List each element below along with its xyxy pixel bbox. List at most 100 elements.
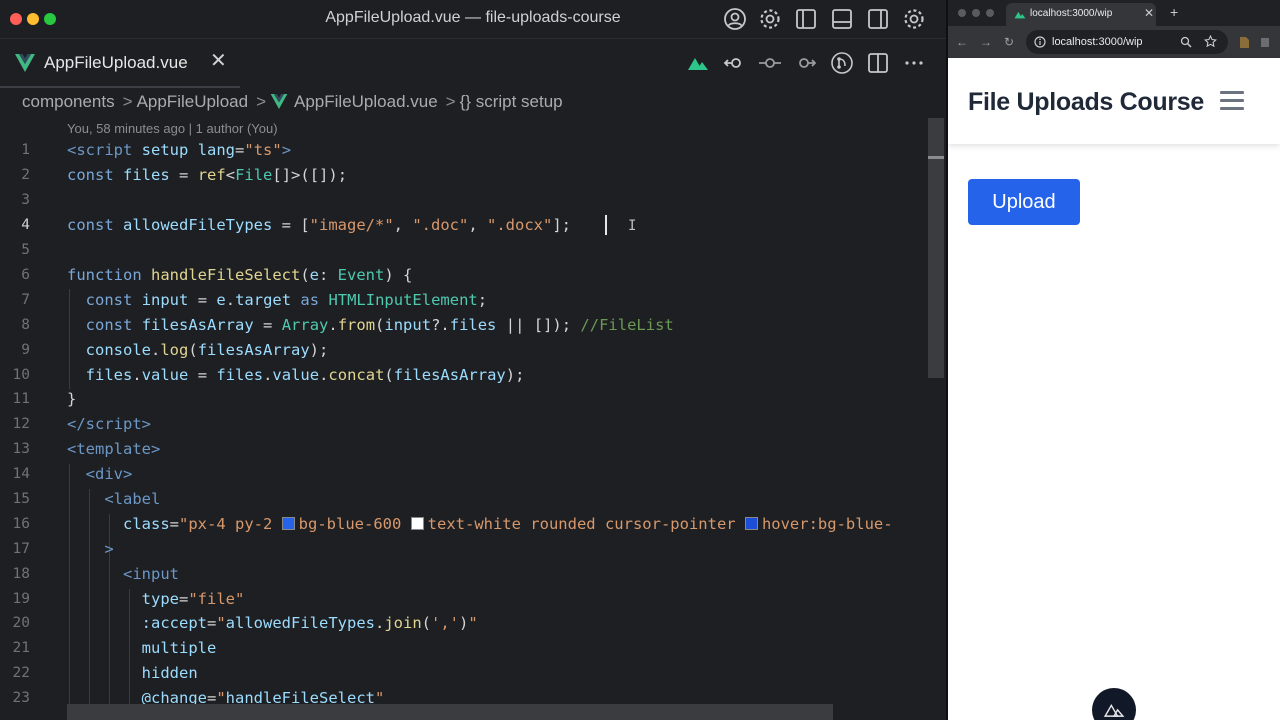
nuxt-icon[interactable]	[687, 52, 709, 74]
line-number: 6	[21, 267, 30, 283]
code-line[interactable]: multiple	[67, 639, 217, 657]
tab-label: AppFileUpload.vue	[44, 53, 188, 72]
close-icon[interactable]: ✕	[210, 51, 227, 71]
close-window-button[interactable]	[958, 9, 966, 17]
git-blame-annotation[interactable]: You, 58 minutes ago | 1 author (You)	[67, 121, 278, 136]
breadcrumb-item[interactable]: components	[22, 92, 115, 111]
vue-file-icon	[15, 54, 35, 72]
code-line-active[interactable]: const allowedFileTypes = ["image/*", ".d…	[67, 216, 571, 234]
code-line[interactable]: >	[67, 540, 113, 558]
extensions-puzzle-icon[interactable]	[1260, 36, 1270, 49]
page-title: File Uploads Course	[968, 88, 1205, 116]
code-line[interactable]: console.log(filesAsArray);	[67, 341, 329, 359]
go-forward-icon[interactable]	[795, 52, 817, 74]
line-number: 15	[12, 491, 30, 507]
breadcrumb-item[interactable]: {} script setup	[460, 92, 563, 111]
maximize-window-button[interactable]	[986, 9, 994, 17]
line-number: 11	[12, 391, 30, 407]
go-back-icon[interactable]	[723, 52, 745, 74]
browser-toolbar: ← → ↻ localhost:3000/wip	[948, 26, 1280, 58]
code-line[interactable]: const input = e.target as HTMLInputEleme…	[67, 291, 487, 309]
code-line[interactable]: </script>	[67, 415, 151, 433]
line-number: 17	[12, 541, 30, 557]
vue-file-icon	[270, 94, 288, 109]
ibeam-cursor-icon: I	[628, 218, 637, 234]
code-line[interactable]: const files = ref<File[]>([]);	[67, 166, 347, 184]
url-text: localhost:3000/wip	[1052, 36, 1143, 48]
breadcrumb-item[interactable]: AppFileUpload.vue	[294, 92, 438, 111]
line-number: 13	[12, 441, 30, 457]
text-cursor	[605, 215, 607, 235]
color-swatch	[744, 517, 758, 530]
account-icon[interactable]	[723, 7, 747, 31]
gear-icon[interactable]	[758, 7, 782, 31]
line-number: 23	[12, 690, 30, 706]
editor-titlebar: AppFileUpload.vue — file-uploads-course	[0, 0, 946, 39]
page-header: File Uploads Course	[948, 58, 1280, 144]
code-line[interactable]: <label	[67, 490, 160, 508]
color-swatch	[410, 517, 424, 530]
minimize-window-button[interactable]	[972, 9, 980, 17]
code-line[interactable]: <script setup lang="ts">	[67, 141, 291, 159]
tab-appfileupload[interactable]: AppFileUpload.vue ✕	[0, 39, 240, 88]
forward-button[interactable]: →	[980, 35, 992, 49]
line-number: 22	[12, 665, 30, 681]
code-editor: AppFileUpload.vue — file-uploads-course …	[0, 0, 946, 720]
back-button[interactable]: ←	[956, 35, 968, 49]
browser-tab[interactable]: localhost:3000/wip ✕	[1006, 3, 1156, 26]
nuxt-devtools-button[interactable]	[1092, 688, 1136, 720]
code-line[interactable]: function handleFileSelect(e: Event) {	[67, 266, 412, 284]
upload-button[interactable]: Upload	[968, 179, 1080, 225]
code-line[interactable]: const filesAsArray = Array.from(input?.f…	[67, 316, 674, 334]
zoom-icon[interactable]	[1180, 36, 1192, 48]
line-number: 2	[21, 167, 30, 183]
code-line[interactable]: :accept="allowedFileTypes.join(',')"	[67, 614, 478, 632]
new-tab-button[interactable]: +	[1170, 4, 1178, 20]
code-line[interactable]: files.value = files.value.concat(filesAs…	[67, 366, 525, 384]
line-number: 18	[12, 566, 30, 582]
scrollbar-cursor-marker	[928, 156, 944, 159]
breadcrumb-separator: >	[122, 92, 133, 111]
nuxt-logo-icon	[1103, 704, 1125, 717]
extension-icon[interactable]	[1238, 36, 1250, 49]
browser-window: localhost:3000/wip ✕ + ← → ↻ localhost:3…	[948, 0, 1280, 720]
settings-gear-icon[interactable]	[902, 7, 926, 31]
line-number: 20	[12, 615, 30, 631]
breadcrumb: components > AppFileUpload > AppFileUpload.v…	[22, 92, 567, 112]
line-number: 7	[21, 292, 30, 308]
breadcrumb-item[interactable]: AppFileUpload	[137, 92, 249, 111]
breadcrumb-separator: >	[256, 92, 267, 111]
more-actions-icon[interactable]	[903, 52, 925, 74]
code-line[interactable]: <input	[67, 565, 179, 583]
nuxt-favicon-icon	[1014, 11, 1026, 19]
line-number: 19	[12, 591, 30, 607]
toggle-primary-sidebar-icon[interactable]	[794, 7, 818, 31]
code-line[interactable]: type="file"	[67, 590, 245, 608]
line-number: 12	[12, 416, 30, 432]
git-commit-icon[interactable]	[759, 52, 781, 74]
site-info-icon[interactable]	[1034, 36, 1046, 48]
split-editor-icon[interactable]	[867, 52, 889, 74]
line-number: 3	[21, 192, 30, 208]
code-line[interactable]: hidden	[67, 664, 198, 682]
breadcrumb-separator: >	[445, 92, 456, 111]
code-line[interactable]: class="px-4 py-2 bg-blue-600 text-white …	[67, 515, 893, 533]
reload-button[interactable]: ↻	[1004, 35, 1014, 49]
hamburger-menu-icon[interactable]	[1220, 91, 1244, 110]
toggle-panel-icon[interactable]	[830, 7, 854, 31]
line-number-active: 4	[21, 217, 30, 233]
toggle-secondary-sidebar-icon[interactable]	[866, 7, 890, 31]
address-bar[interactable]: localhost:3000/wip	[1026, 30, 1228, 54]
line-number: 5	[21, 242, 30, 258]
code-line[interactable]: }	[67, 390, 76, 408]
git-compare-icon[interactable]	[831, 52, 853, 74]
line-number: 9	[21, 342, 30, 358]
close-icon[interactable]: ✕	[1144, 6, 1154, 20]
line-number: 10	[12, 367, 30, 383]
browser-tab-title: localhost:3000/wip	[1030, 8, 1113, 19]
code-line[interactable]: <template>	[67, 440, 160, 458]
line-number: 16	[12, 516, 30, 532]
code-line[interactable]: <div>	[67, 465, 133, 483]
horizontal-scrollbar[interactable]	[67, 704, 833, 720]
bookmark-star-icon[interactable]	[1204, 35, 1217, 48]
